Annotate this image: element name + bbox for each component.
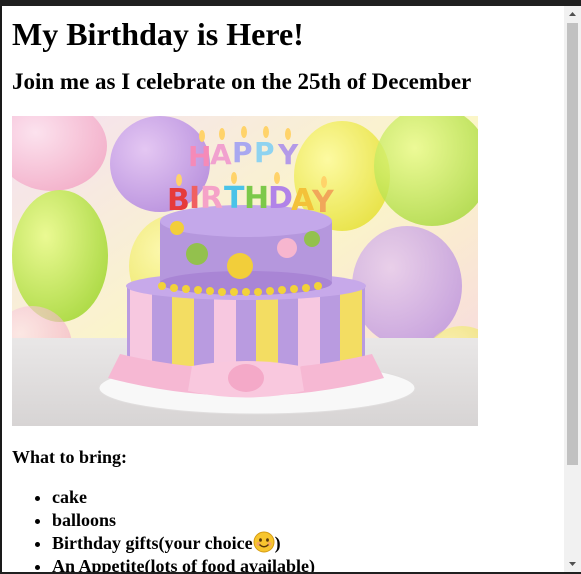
scrollbar-thumb[interactable] bbox=[567, 23, 578, 465]
page-content: My Birthday is Here! Join me as I celebr… bbox=[12, 6, 557, 572]
list-item: cake bbox=[52, 486, 557, 509]
list-item-text: cake bbox=[52, 487, 87, 507]
candle-letter-y2: Y bbox=[311, 185, 335, 220]
vertical-scrollbar[interactable] bbox=[564, 6, 581, 572]
scroll-up-arrow-icon[interactable] bbox=[564, 6, 581, 23]
candle-letter-p2: P bbox=[254, 136, 275, 169]
page-title: My Birthday is Here! bbox=[12, 16, 304, 52]
candle-letter-d: D bbox=[268, 181, 293, 216]
list-item-suffix: ) bbox=[274, 533, 281, 553]
smiley-emoji-icon bbox=[253, 531, 275, 553]
list-item: balloons bbox=[52, 509, 557, 532]
list-item-text: balloons bbox=[52, 509, 117, 530]
page-subtitle: Join me as I celebrate on the 25th of De… bbox=[12, 69, 472, 94]
candle-letter-p1: P bbox=[232, 136, 253, 169]
candle-letter-y: Y bbox=[277, 138, 299, 171]
candle-letter-b: B bbox=[167, 183, 190, 218]
candle-letter-r: R bbox=[200, 181, 223, 216]
candle-letter-h: H bbox=[188, 140, 211, 173]
bring-list: cake balloons Birthday gifts(your choice… bbox=[12, 486, 557, 572]
candle-letter-i: I bbox=[189, 181, 200, 216]
what-to-bring-heading: What to bring: bbox=[12, 447, 128, 467]
birthday-cake-image: H A P P Y B I R T H D A Y bbox=[12, 116, 478, 426]
candle-letter-t: T bbox=[224, 181, 245, 216]
list-item-text: An Appetite(lots of food available) bbox=[52, 555, 315, 573]
candle-letter-h2: H bbox=[244, 181, 269, 216]
list-item: An Appetite(lots of food available) bbox=[52, 555, 557, 573]
list-item: Birthday gifts(your choice ) bbox=[52, 531, 557, 555]
list-item-text: Birthday gifts(your choice bbox=[52, 533, 253, 553]
candle-letter-a: A bbox=[210, 138, 232, 171]
browser-viewport: My Birthday is Here! Join me as I celebr… bbox=[0, 6, 577, 572]
scroll-down-arrow-icon[interactable] bbox=[564, 555, 581, 572]
